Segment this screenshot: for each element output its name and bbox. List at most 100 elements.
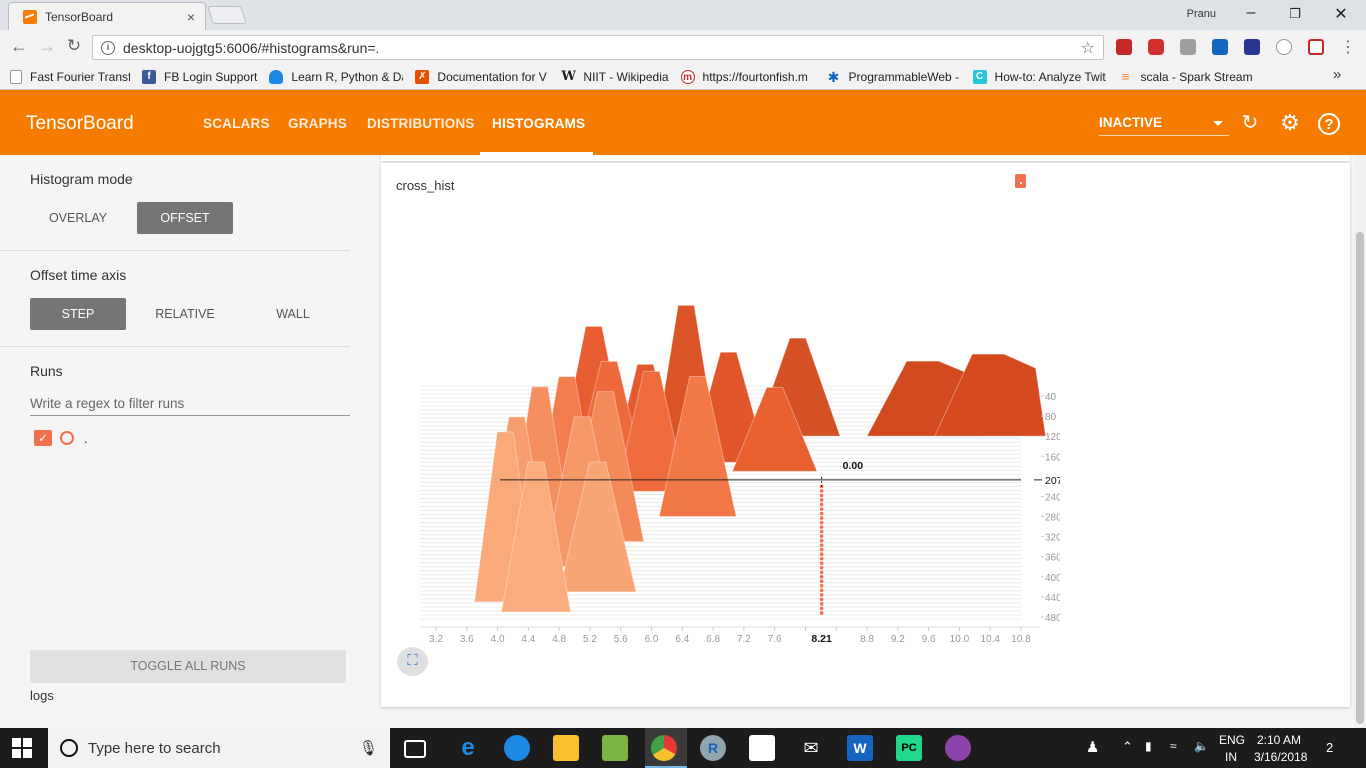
notifications-icon[interactable]: 2 xyxy=(1326,740,1346,758)
y-tick-label: 40 xyxy=(1045,392,1057,403)
run-filter-input[interactable]: Write a regex to filter runs xyxy=(30,394,350,416)
inactive-dashboards-dropdown[interactable]: INACTIVE xyxy=(1099,115,1229,136)
menu-dots-icon[interactable]: ⋮ xyxy=(1340,37,1356,57)
x-tick-label: 10.0 xyxy=(950,634,970,645)
offset-button[interactable]: OFFSET xyxy=(137,202,233,234)
extension-circle-icon[interactable] xyxy=(1276,39,1292,55)
tab-distributions[interactable]: DISTRIBUTIONS xyxy=(367,116,475,131)
close-window-icon[interactable]: ✕ xyxy=(1326,4,1356,24)
clock-date[interactable]: 3/16/2018 xyxy=(1254,750,1307,764)
bookmark-item[interactable]: ≡ scala - Spark Streami xyxy=(1119,69,1253,84)
github-icon[interactable] xyxy=(945,735,971,761)
info-icon[interactable]: i xyxy=(101,40,115,55)
hover-point xyxy=(819,597,824,602)
x-tick-label: 4.4 xyxy=(521,634,535,645)
x-tick-label: 6.4 xyxy=(675,634,689,645)
battery-icon[interactable]: ▮ xyxy=(1145,739,1152,753)
step-button[interactable]: STEP xyxy=(30,298,126,330)
relative-button[interactable]: RELATIVE xyxy=(137,298,233,330)
bookmark-item[interactable]: W NIIT - Wikipedia xyxy=(561,69,669,84)
y-tick-label: 480 xyxy=(1045,613,1060,624)
pycharm-icon[interactable]: PC xyxy=(896,735,922,761)
minimize-icon[interactable]: – xyxy=(1236,4,1266,22)
shield-icon xyxy=(269,69,284,84)
tab-graphs[interactable]: GRAPHS xyxy=(288,116,347,131)
x-tick-label: 8.8 xyxy=(860,634,874,645)
runs-title: Runs xyxy=(30,363,63,379)
overlay-button[interactable]: OVERLAY xyxy=(30,202,126,234)
people-icon[interactable]: ♟ xyxy=(1086,738,1099,756)
app-compass-icon[interactable] xyxy=(504,735,530,761)
bookmarks-overflow-icon[interactable]: » xyxy=(1333,66,1341,83)
sticky-notes-icon[interactable] xyxy=(749,735,775,761)
bookmark-item[interactable]: ✗ Documentation for V xyxy=(415,69,549,84)
file-explorer-icon[interactable] xyxy=(553,735,579,761)
help-icon[interactable]: ? xyxy=(1318,113,1340,135)
hover-point xyxy=(819,543,824,547)
hover-point xyxy=(819,593,824,597)
volume-icon[interactable]: 🔈 xyxy=(1194,739,1209,753)
y-tick-label: 240 xyxy=(1045,492,1060,503)
microphone-icon[interactable]: 🎙 xyxy=(359,739,378,757)
new-tab-button[interactable] xyxy=(207,6,247,24)
clock-time[interactable]: 2:10 AM xyxy=(1257,733,1301,747)
bookmark-item[interactable]: C How-to: Analyze Twit xyxy=(972,69,1107,84)
bookmark-star-icon[interactable]: ☆ xyxy=(1081,38,1095,58)
region-code[interactable]: IN xyxy=(1225,750,1237,764)
task-view-icon[interactable] xyxy=(404,740,426,758)
refresh-icon[interactable]: ↻ xyxy=(1238,112,1262,136)
extension-jb-icon[interactable] xyxy=(1180,39,1196,55)
histogram-chart[interactable]: 40 80 120 160 240 280 320 360 400 440 480 3.2 3.6 4.… xyxy=(400,280,1060,660)
bookmark-label: NIIT - Wikipedia xyxy=(583,69,669,84)
profile-name[interactable]: Pranu xyxy=(1187,8,1216,20)
search-placeholder: Type here to search xyxy=(88,739,221,757)
expand-icon[interactable]: ⛶ xyxy=(397,647,428,676)
wall-button[interactable]: WALL xyxy=(245,298,341,330)
chevron-up-icon[interactable]: ⌃ xyxy=(1122,739,1133,755)
windows-start-icon[interactable] xyxy=(12,738,32,758)
mail-icon[interactable]: ✉ xyxy=(798,735,824,761)
notepad-icon[interactable] xyxy=(602,735,628,761)
bookmark-item[interactable]: m https://fourtonfish.m xyxy=(680,69,815,84)
toggle-all-runs-button[interactable]: TOGGLE ALL RUNS xyxy=(30,650,346,683)
bookmark-label: How-to: Analyze Twit xyxy=(994,69,1106,84)
x-tick-label: 7.6 xyxy=(768,634,782,645)
language-code[interactable]: ENG xyxy=(1219,733,1245,747)
x-tick-label: 10.4 xyxy=(980,634,1000,645)
run-checkbox[interactable]: ✓ xyxy=(34,430,52,446)
x-tick-label: 9.2 xyxy=(891,634,905,645)
extension-pocket-icon[interactable] xyxy=(1308,39,1324,55)
gear-icon[interactable]: ⚙ xyxy=(1278,112,1302,136)
tab-close-icon[interactable]: × xyxy=(187,9,195,25)
reload-icon[interactable]: ↻ xyxy=(63,36,85,56)
extension-play-icon[interactable] xyxy=(1148,39,1164,55)
run-color-radio[interactable] xyxy=(60,431,74,445)
address-bar[interactable]: i desktop-uojgtg5:6006/#histograms&run=.… xyxy=(92,35,1104,60)
bookmark-item[interactable]: ✱ ProgrammableWeb - xyxy=(827,70,961,84)
browser-tab[interactable]: TensorBoard × xyxy=(8,2,206,30)
chrome-icon[interactable] xyxy=(651,735,677,761)
tab-scalars[interactable]: SCALARS xyxy=(203,116,270,131)
bookmark-label: scala - Spark Streami xyxy=(1140,69,1253,84)
hover-point xyxy=(819,538,824,543)
scrollbar-thumb[interactable] xyxy=(1356,232,1364,724)
y-tick-label: 80 xyxy=(1045,412,1057,423)
extension-speed-icon[interactable] xyxy=(1244,39,1260,55)
bookmark-item[interactable]: f FB Login Support xyxy=(142,69,257,84)
tab-histograms[interactable]: HISTOGRAMS xyxy=(492,116,585,131)
hover-point xyxy=(819,489,824,493)
r-icon[interactable]: R xyxy=(700,735,726,761)
bookmark-item[interactable]: Learn R, Python & Da xyxy=(269,69,403,84)
restore-icon[interactable]: ❐ xyxy=(1280,6,1310,22)
back-icon[interactable]: ← xyxy=(8,36,30,57)
run-name: . xyxy=(84,431,88,446)
puzzle-icon: ✱ xyxy=(827,68,840,85)
taskbar-search[interactable]: Type here to search 🎙 xyxy=(48,728,390,768)
edge-icon[interactable]: e xyxy=(455,735,481,761)
bookmark-item[interactable]: Fast Fourier Transform xyxy=(10,69,130,84)
forward-icon[interactable]: → xyxy=(36,36,58,57)
extension-book-icon[interactable] xyxy=(1116,39,1132,55)
wifi-icon[interactable]: ≈ xyxy=(1170,739,1177,753)
word-icon[interactable]: W xyxy=(847,735,873,761)
extension-bookmark-icon[interactable] xyxy=(1212,39,1228,55)
